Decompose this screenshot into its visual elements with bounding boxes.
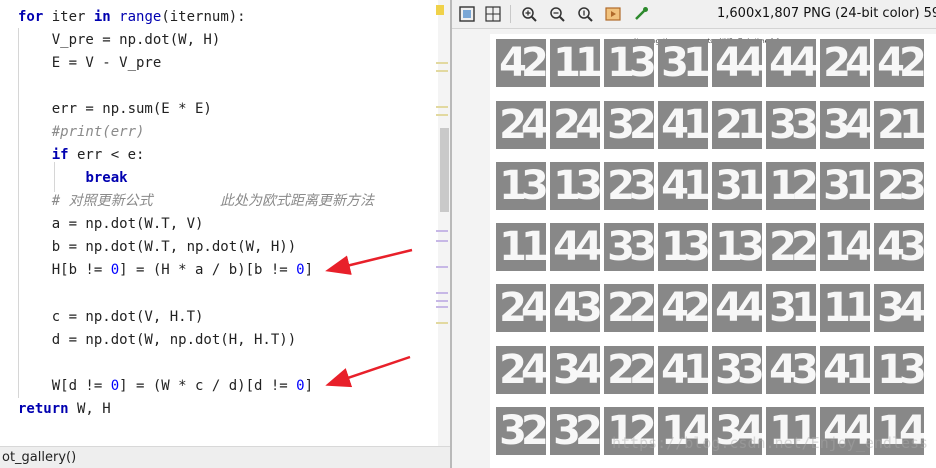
code-editor[interactable]: for iter in range(iternum): V_pre = np.d… (0, 0, 450, 468)
digit-tile: 31 (712, 162, 762, 210)
color-picker-icon[interactable] (630, 3, 652, 25)
digit-tile: 11 (550, 39, 600, 87)
digit-tile: 11 (820, 284, 870, 332)
digit-tile: 13 (496, 162, 546, 210)
digit-tile: 22 (766, 223, 816, 271)
digit-tile: 22 (604, 346, 654, 394)
slideshow-icon[interactable] (602, 3, 624, 25)
digit-tile: 41 (658, 162, 708, 210)
digit-tile: 44 (712, 39, 762, 87)
image-info: 1,600x1,807 PNG (24-bit color) 59. (717, 6, 936, 21)
grid-icon[interactable] (482, 3, 504, 25)
digit-tile: 21 (712, 101, 762, 149)
digit-tile: 33 (766, 101, 816, 149)
digit-tile: 31 (820, 162, 870, 210)
zoom-out-icon[interactable] (546, 3, 568, 25)
image-canvas[interactable]: Non-negative components - NMF - Train ti… (490, 34, 936, 468)
fit-window-icon[interactable] (456, 3, 478, 25)
digit-tile: 24 (820, 39, 870, 87)
digit-tile: 24 (550, 101, 600, 149)
digit-tile: 13 (604, 39, 654, 87)
digit-tile: 44 (766, 39, 816, 87)
arrow-to-w-update (325, 355, 411, 388)
zoom-in-icon[interactable] (518, 3, 540, 25)
digit-tile: 33 (604, 223, 654, 271)
digit-tile: 23 (604, 162, 654, 210)
digit-tile: 43 (766, 346, 816, 394)
digit-tile: 43 (550, 284, 600, 332)
digit-tile: 32 (604, 101, 654, 149)
zoom-actual-icon[interactable] (574, 3, 596, 25)
digit-tile: 43 (874, 223, 924, 271)
digit-tile: 13 (712, 223, 762, 271)
digit-tile: 41 (820, 346, 870, 394)
digit-tile: 34 (550, 346, 600, 394)
digit-tile: 11 (496, 223, 546, 271)
digit-tile: 32 (550, 407, 600, 455)
digit-tile: 13 (874, 346, 924, 394)
watermark: https://blog.csdn.net/Enjoy_endless (612, 434, 929, 452)
digit-tile: 31 (658, 39, 708, 87)
digit-tile: 34 (820, 101, 870, 149)
status-text: ot_gallery() (2, 450, 77, 465)
digit-tile: 42 (658, 284, 708, 332)
digit-tile: 22 (604, 284, 654, 332)
digit-tile: 12 (766, 162, 816, 210)
digit-tile: 33 (712, 346, 762, 394)
annotation-arrows (325, 248, 413, 388)
digit-tile: 32 (496, 407, 546, 455)
digit-tile: 31 (766, 284, 816, 332)
digit-tile: 13 (658, 223, 708, 271)
status-bar: ot_gallery() (0, 446, 450, 468)
arrow-to-h-update (325, 248, 413, 275)
digit-tile: 44 (712, 284, 762, 332)
digit-tile: 42 (496, 39, 546, 87)
digit-tile: 24 (496, 101, 546, 149)
digit-tile: 24 (496, 346, 546, 394)
digit-tile: 42 (874, 39, 924, 87)
digit-tile: 13 (550, 162, 600, 210)
digit-tile: 34 (874, 284, 924, 332)
digit-tile: 41 (658, 101, 708, 149)
image-viewer: 1,600x1,807 PNG (24-bit color) 59. Non-n… (452, 0, 936, 468)
digit-tile: 24 (496, 284, 546, 332)
viewer-toolbar: 1,600x1,807 PNG (24-bit color) 59. (452, 0, 936, 29)
digit-tile: 21 (874, 101, 924, 149)
digit-tile: 41 (658, 346, 708, 394)
digit-tile: 44 (550, 223, 600, 271)
toolbar-separator (510, 5, 511, 23)
digit-tile: 23 (874, 162, 924, 210)
digit-tile: 14 (820, 223, 870, 271)
